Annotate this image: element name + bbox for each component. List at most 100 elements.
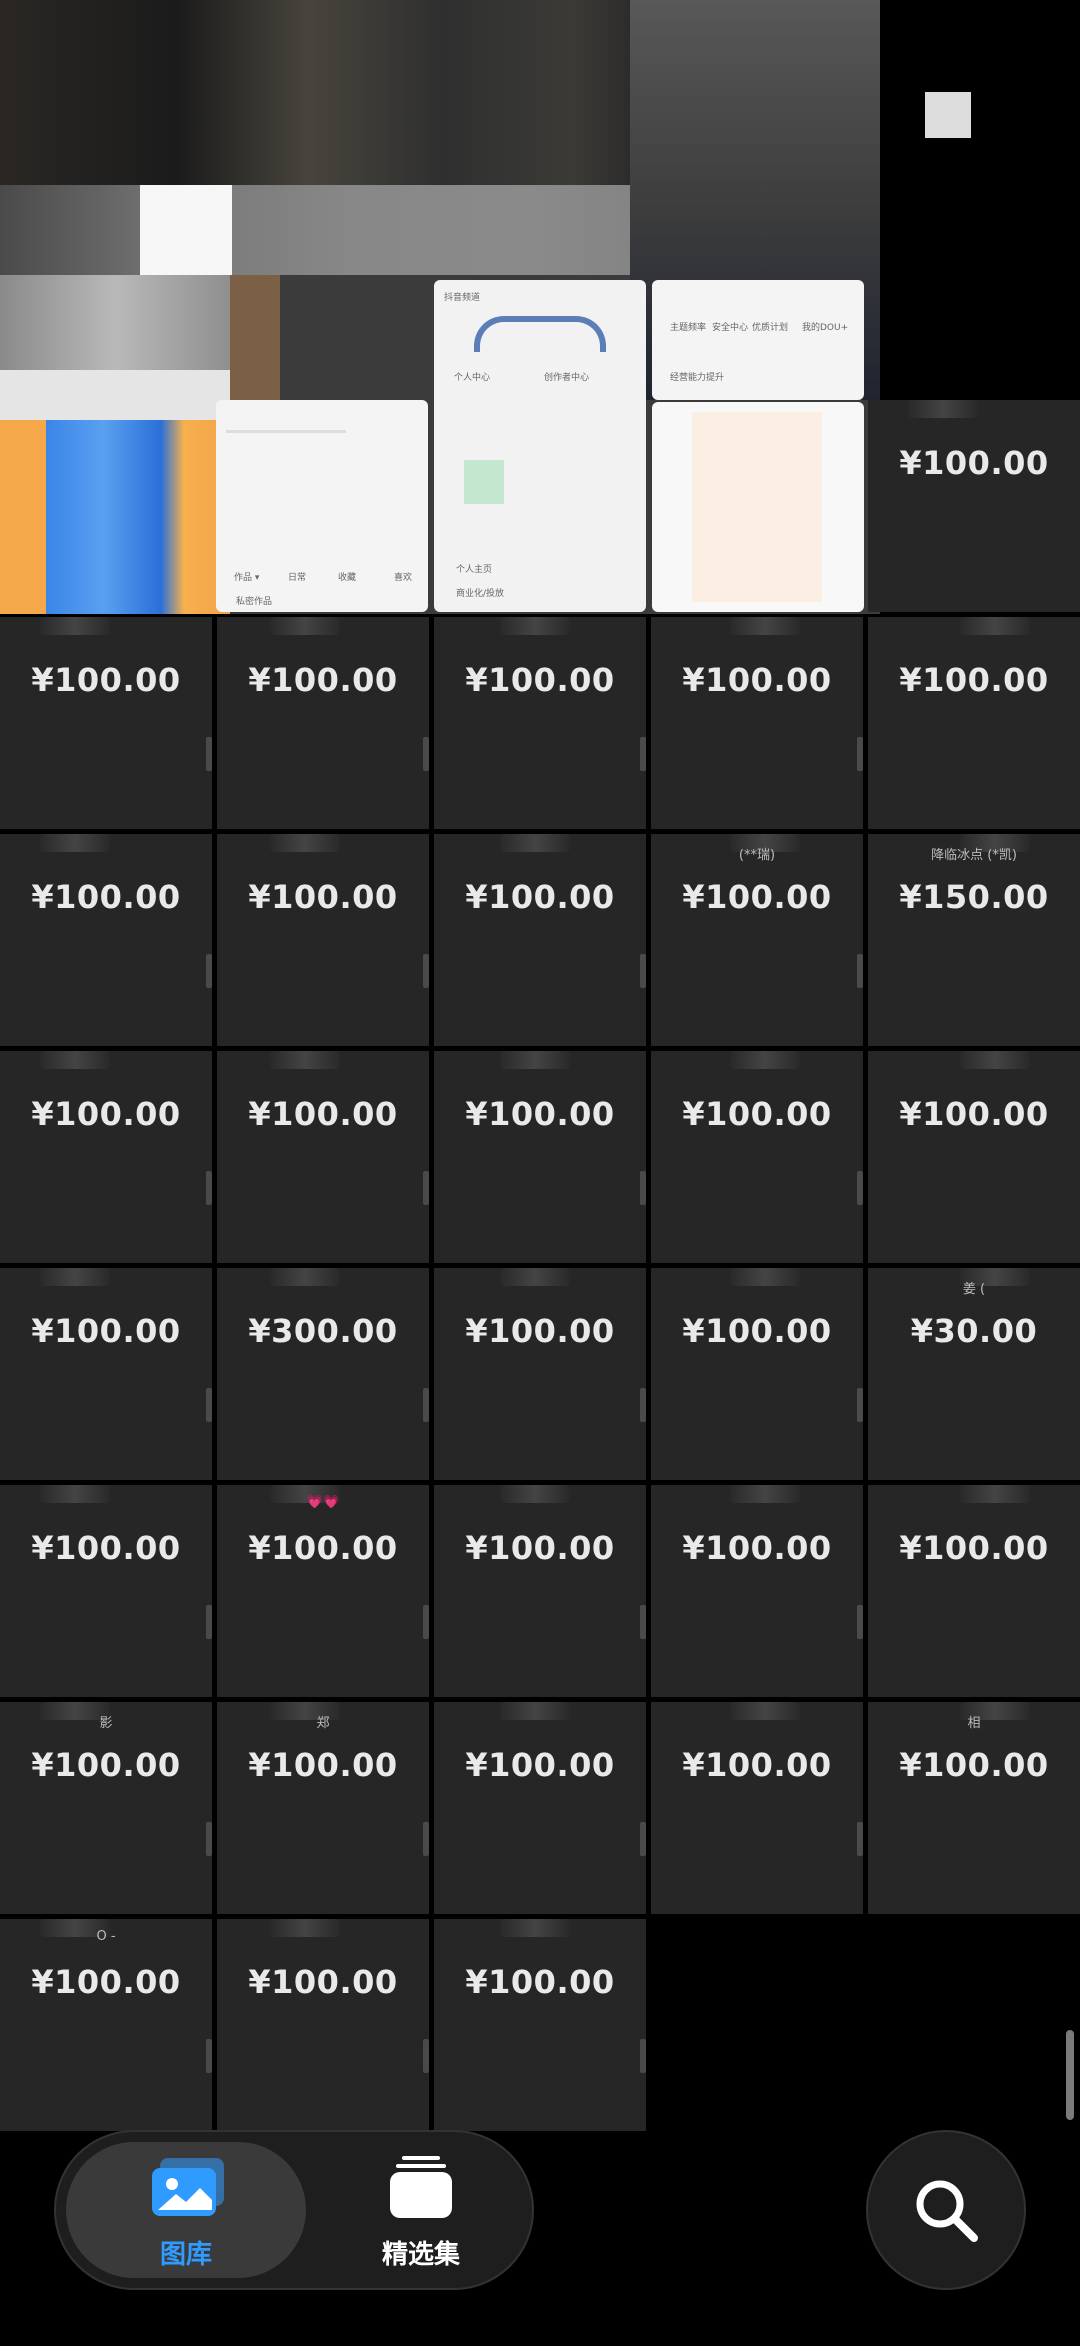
blurred-thumbnail-strip	[500, 834, 570, 852]
tile-price: ¥100.00	[682, 661, 832, 699]
tile-edge-marker	[640, 954, 646, 988]
tile-price: ¥100.00	[31, 878, 181, 916]
tile-caption: (**瑞)	[738, 848, 776, 863]
photo-tile[interactable]: ¥100.00	[868, 1485, 1080, 1697]
thumb-text: 日常	[288, 573, 307, 583]
photo-tile[interactable]: ¥100.00	[0, 1485, 212, 1697]
photo-tile[interactable]: ¥100.00	[0, 834, 212, 1046]
photo-tile[interactable]: ¥100.00	[0, 1051, 212, 1263]
tile-edge-marker	[857, 1388, 863, 1422]
tab-gallery-label: 图库	[159, 2240, 212, 2270]
thumb-text: 创作者中心	[544, 373, 590, 383]
photo-tile[interactable]: 姜 (¥30.00	[868, 1268, 1080, 1480]
photo-tile[interactable]: ¥100.00	[651, 1485, 863, 1697]
tile-caption: 降临冰点 (*凯)	[931, 848, 1017, 863]
thumb-text: 安全中心	[712, 323, 749, 333]
tile-price: ¥100.00	[682, 1312, 832, 1350]
photo-tile[interactable]: ¥100.00	[651, 617, 863, 829]
blurred-photo-mosaic[interactable]: 作品 ▾ 日常 收藏 喜欢 私密作品 抖音频道 个人中心 创作者中心 个人主页 …	[0, 0, 971, 614]
blurred-thumbnail-strip	[500, 617, 570, 635]
photo-tile[interactable]: ¥100.00	[651, 1268, 863, 1480]
photo-tile[interactable]: ¥100.00	[868, 1051, 1080, 1263]
photo-tile[interactable]: ¥100.00	[217, 834, 429, 1046]
blurred-thumbnail-strip	[960, 1485, 1030, 1503]
blurred-thumbnail-strip	[40, 1268, 110, 1286]
photo-tile[interactable]: ¥100.00	[434, 1051, 646, 1263]
blurred-thumbnail-strip	[40, 1485, 110, 1503]
photo-tile[interactable]: ¥100.00	[868, 400, 1080, 612]
photo-tile[interactable]: (**瑞) ¥100.00	[651, 834, 863, 1046]
blurred-thumbnail-strip	[730, 1485, 800, 1503]
tile-caption: 相	[967, 1716, 981, 1731]
tile-caption: 💗💗	[306, 1495, 340, 1510]
tile-edge-marker	[423, 1171, 429, 1205]
blurred-thumbnail-strip	[960, 617, 1030, 635]
blurred-thumbnail-strip	[730, 1268, 800, 1286]
photo-tile[interactable]: ¥100.00	[651, 1051, 863, 1263]
search-button[interactable]	[866, 2130, 1026, 2290]
photo-tile[interactable]: ¥100.00	[434, 1268, 646, 1480]
tile-edge-marker	[640, 737, 646, 771]
blurred-thumbnail-strip	[500, 1268, 570, 1286]
photo-tile[interactable]: ¥100.00	[651, 1702, 863, 1914]
photo-tile[interactable]: ¥100.00	[868, 617, 1080, 829]
photo-tile[interactable]: ¥100.00	[434, 834, 646, 1046]
thumb-text: 经营能力提升	[670, 373, 725, 383]
tile-price: ¥100.00	[899, 1746, 1049, 1784]
photo-tile[interactable]: ¥100.00	[0, 617, 212, 829]
blurred-thumbnail-strip	[270, 1919, 340, 1937]
photo-tile[interactable]: ¥100.00	[0, 1268, 212, 1480]
photo-tile[interactable]: 💗💗 ¥100.00	[217, 1485, 429, 1697]
tile-price: ¥100.00	[248, 1529, 398, 1567]
thumb-text: 个人中心	[454, 373, 491, 383]
tile-price: ¥100.00	[31, 1312, 181, 1350]
tile-edge-marker	[640, 1171, 646, 1205]
tile-edge-marker	[423, 954, 429, 988]
thumb-text: 商业化/投放	[456, 589, 505, 599]
photo-tile[interactable]: ¥300.00	[217, 1268, 429, 1480]
photo-tile[interactable]: 降临冰点 (*凯) ¥150.00	[868, 834, 1080, 1046]
photo-tile[interactable]: 郑 ¥100.00	[217, 1702, 429, 1914]
blurred-thumbnail-strip	[908, 400, 978, 418]
tile-edge-marker	[206, 1171, 212, 1205]
photo-tile[interactable]: ¥100.00	[217, 1919, 429, 2131]
tile-price: ¥100.00	[465, 1312, 615, 1350]
tile-edge-marker	[423, 1822, 429, 1856]
photo-tile[interactable]: ¥100.00	[434, 1485, 646, 1697]
gallery-icon	[152, 2158, 224, 2216]
tile-price: ¥100.00	[899, 661, 1049, 699]
tile-edge-marker	[857, 1605, 863, 1639]
thumb-text: 我的DOU+	[802, 323, 849, 333]
photo-tile[interactable]: ¥100.00	[434, 1919, 646, 2131]
tile-price: ¥100.00	[248, 1963, 398, 2001]
photo-tile[interactable]: ¥100.00	[217, 1051, 429, 1263]
tile-price: ¥100.00	[682, 1529, 832, 1567]
photo-tile[interactable]: ¥100.00	[434, 1702, 646, 1914]
tile-price: ¥100.00	[465, 661, 615, 699]
photo-grid: 作品 ▾ 日常 收藏 喜欢 私密作品 抖音频道 个人中心 创作者中心 个人主页 …	[0, 0, 1080, 2346]
tile-edge-marker	[857, 954, 863, 988]
tile-edge-marker	[423, 737, 429, 771]
blurred-thumbnail-strip	[500, 1919, 570, 1937]
scroll-thumb[interactable]	[1066, 2030, 1074, 2120]
screenshot-thumb-profile: 作品 ▾ 日常 收藏 喜欢 私密作品	[216, 400, 428, 612]
photo-tile[interactable]: 相 ¥100.00	[868, 1702, 1080, 1914]
tile-edge-marker	[640, 1822, 646, 1856]
tile-edge-marker	[640, 2039, 646, 2073]
blurred-thumbnail-strip	[270, 834, 340, 852]
tile-price: ¥30.00	[910, 1312, 1038, 1350]
photo-tile[interactable]: 影 ¥100.00	[0, 1702, 212, 1914]
tab-collections[interactable]: 精选集	[316, 2142, 526, 2278]
thumb-text: 主题频率	[670, 323, 707, 333]
thumb-text: 作品 ▾	[234, 573, 260, 583]
photo-tile[interactable]: ¥100.00	[217, 617, 429, 829]
photo-tile[interactable]: O - ¥100.00	[0, 1919, 212, 2131]
thumb-text: 收藏	[338, 573, 357, 583]
tile-price: ¥100.00	[465, 1746, 615, 1784]
tab-gallery[interactable]: 图库	[66, 2142, 306, 2278]
tile-price: ¥100.00	[682, 878, 832, 916]
tile-price: ¥150.00	[899, 878, 1049, 916]
thumb-text: 私密作品	[236, 597, 273, 607]
tile-edge-marker	[423, 2039, 429, 2073]
photo-tile[interactable]: ¥100.00	[434, 617, 646, 829]
